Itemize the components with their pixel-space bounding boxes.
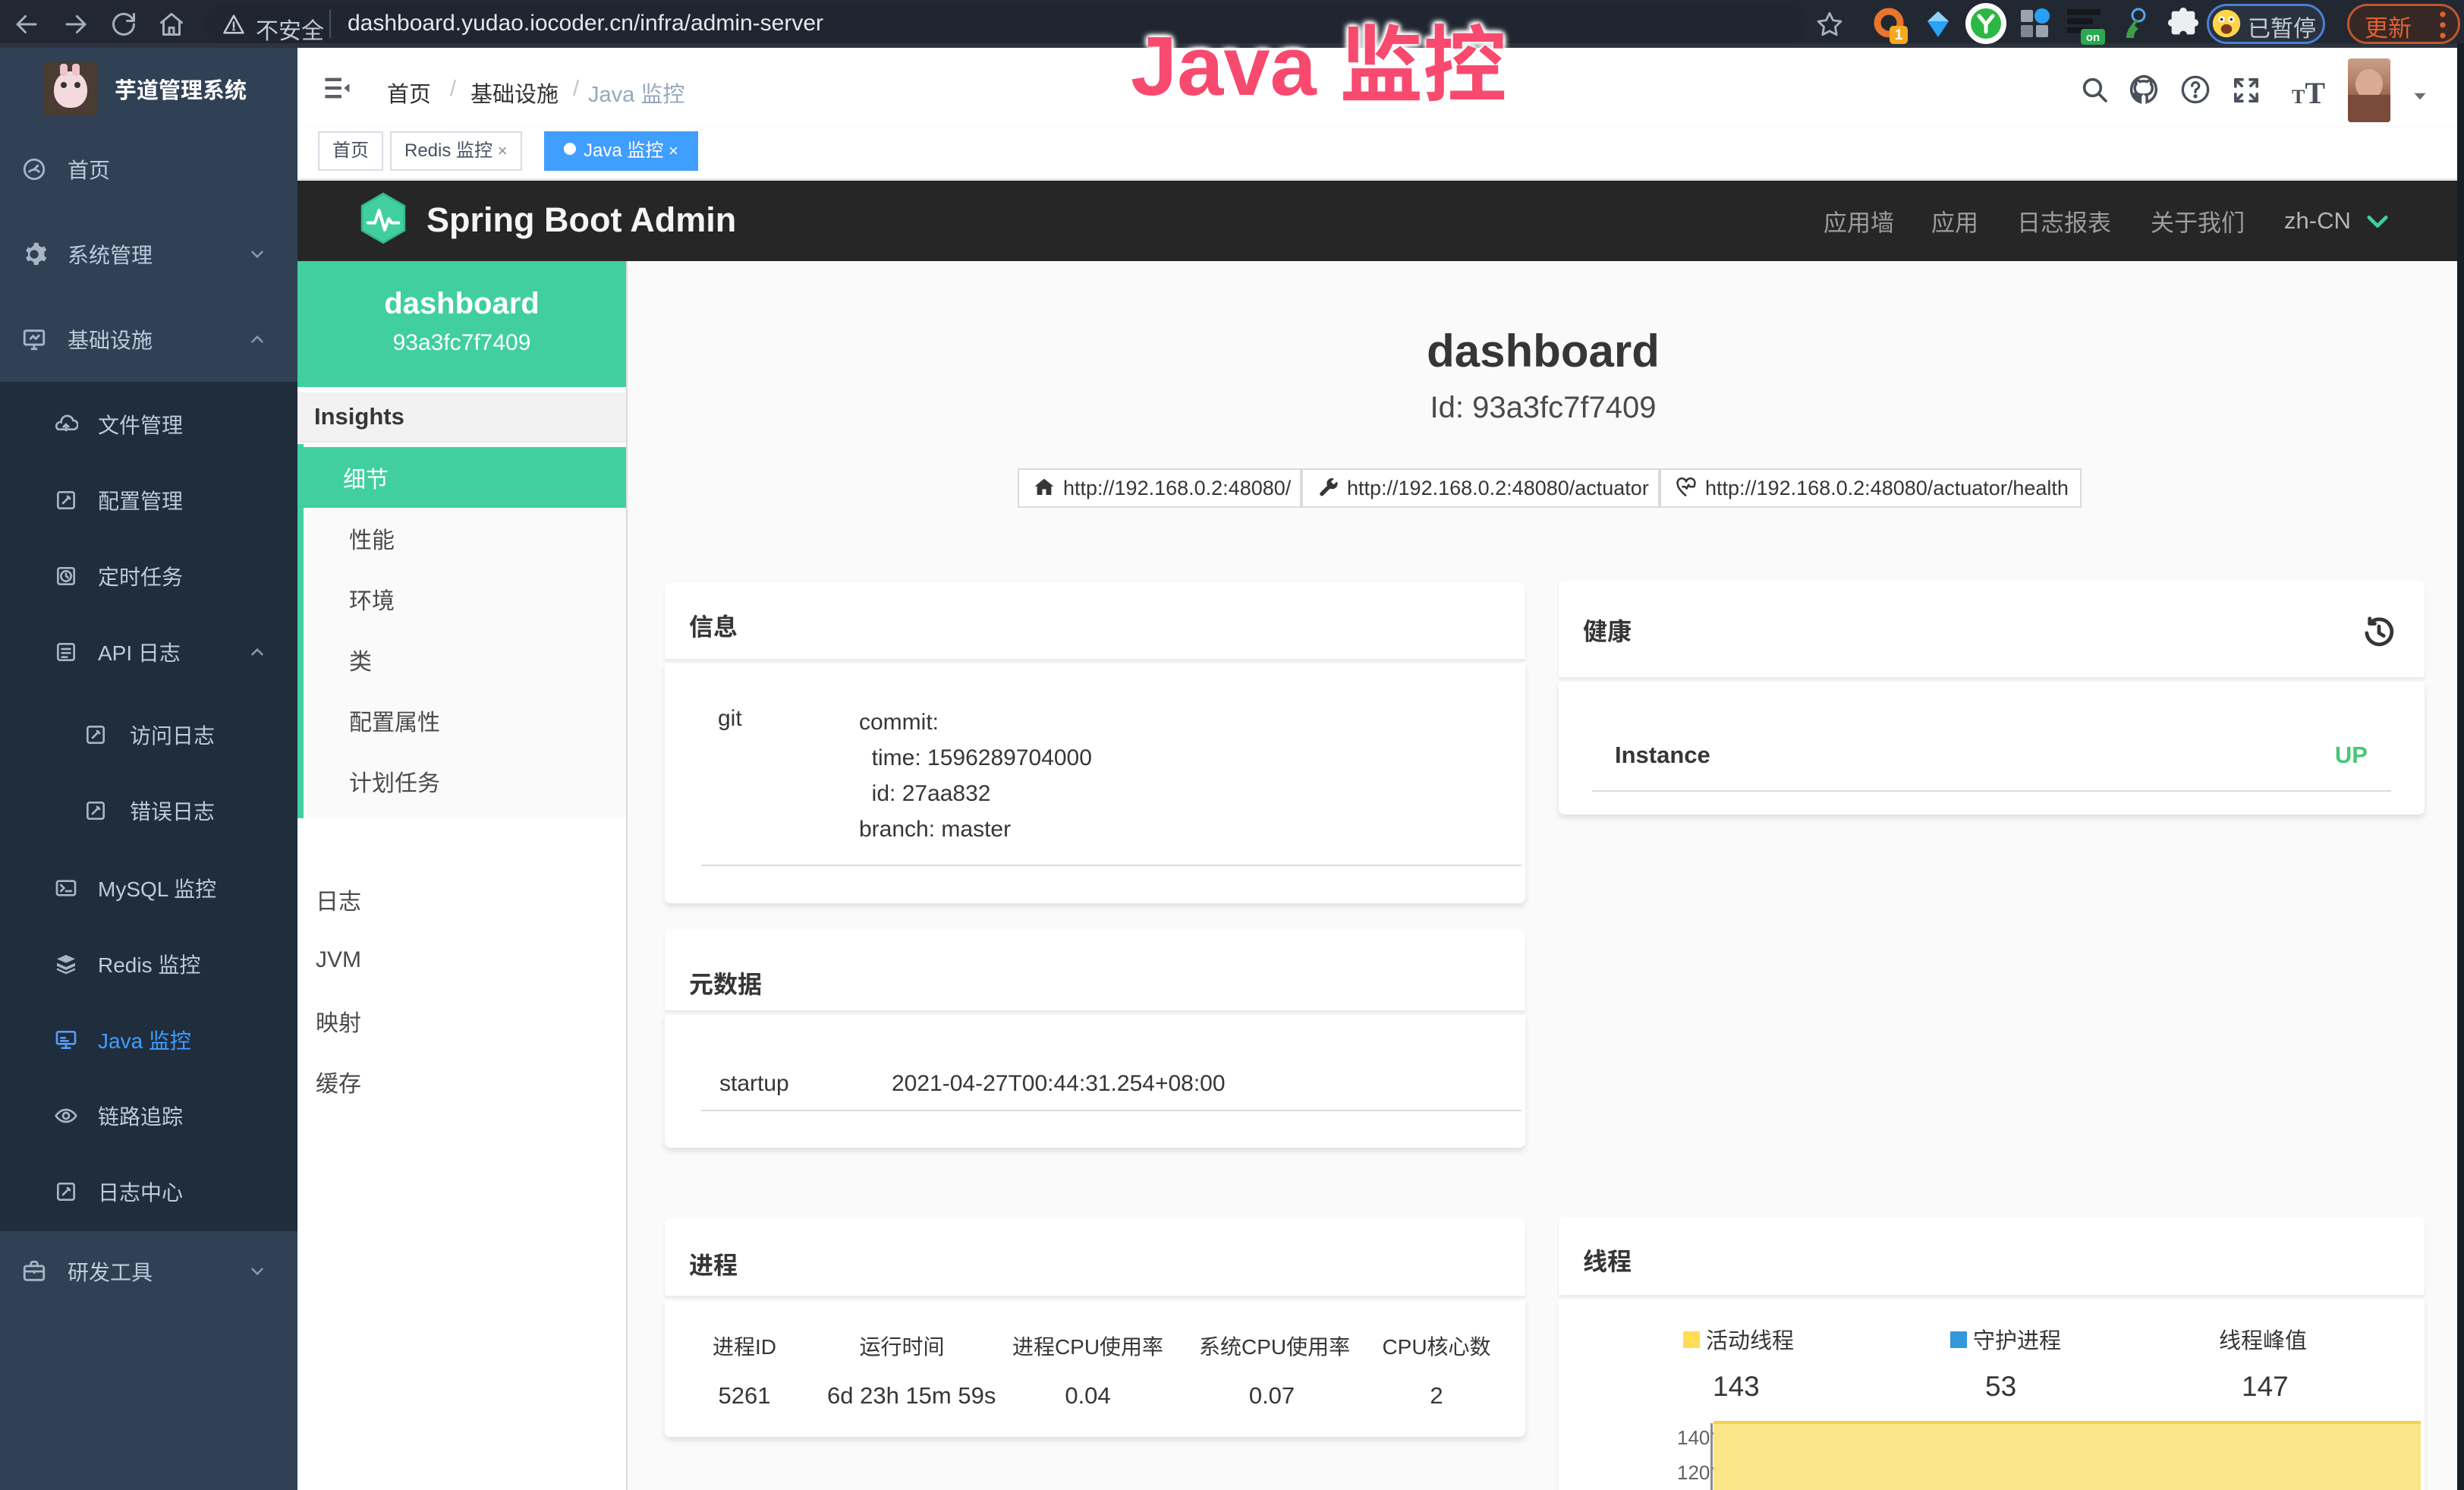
svg-text:on: on [2086,31,2100,44]
svg-text:1: 1 [1895,27,1903,43]
